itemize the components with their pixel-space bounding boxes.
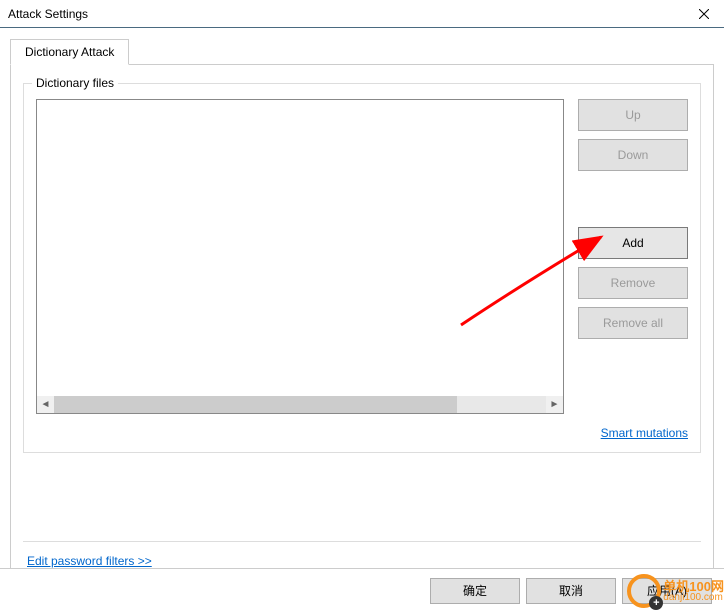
titlebar: Attack Settings [0,0,724,28]
cancel-button[interactable]: 取消 [526,578,616,604]
scroll-left-arrow-icon[interactable]: ◄ [37,396,54,413]
smart-mutations-link[interactable]: Smart mutations [601,426,688,440]
group-label: Dictionary files [32,76,118,90]
window-title: Attack Settings [8,7,88,21]
divider [23,541,701,542]
apply-button[interactable]: 应用(A) [622,578,712,604]
down-button[interactable]: Down [578,139,688,171]
dictionary-files-list[interactable]: ◄ ► [36,99,564,414]
close-button[interactable] [684,0,724,27]
scroll-track[interactable] [54,396,546,413]
side-buttons: Up Down Add Remove Remove all [578,99,688,414]
dialog-footer: 确定 取消 应用(A) [0,568,724,612]
tab-panel: Dictionary files ◄ ► Up Down Add [10,64,714,587]
dictionary-files-group: Dictionary files ◄ ► Up Down Add [23,83,701,453]
tab-dictionary-attack[interactable]: Dictionary Attack [10,39,129,65]
add-button[interactable]: Add [578,227,688,259]
edit-password-filters-link[interactable]: Edit password filters >> [27,554,152,568]
ok-button[interactable]: 确定 [430,578,520,604]
remove-button[interactable]: Remove [578,267,688,299]
scroll-thumb[interactable] [54,396,457,413]
horizontal-scrollbar[interactable]: ◄ ► [37,396,563,413]
tab-strip: Dictionary Attack [10,39,714,65]
up-button[interactable]: Up [578,99,688,131]
content-area: Dictionary Attack Dictionary files ◄ ► U… [0,28,724,587]
scroll-right-arrow-icon[interactable]: ► [546,396,563,413]
close-icon [699,9,709,19]
remove-all-button[interactable]: Remove all [578,307,688,339]
